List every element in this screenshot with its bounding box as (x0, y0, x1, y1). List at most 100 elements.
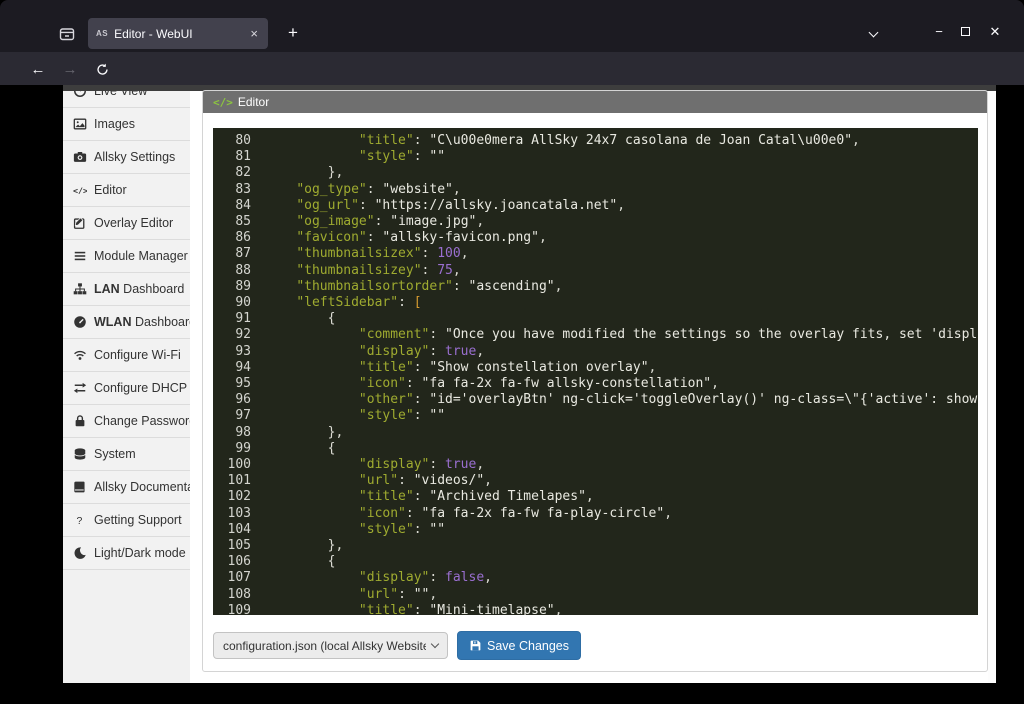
code-text: "style": "" (265, 522, 445, 538)
code-text: "thumbnailsizey": 75, (265, 263, 461, 279)
line-number: 109 (213, 603, 265, 615)
code-line: 95 "icon": "fa fa-2x fa-fw allsky-conste… (213, 376, 978, 392)
file-select[interactable]: configuration.json (local Allsky Website… (213, 632, 448, 659)
sidebar-item-light-dark-mode[interactable]: Light/Dark mode (63, 537, 190, 570)
code-line: 86 "favicon": "allsky-favicon.png", (213, 230, 978, 246)
code-line: 88 "thumbnailsizey": 75, (213, 263, 978, 279)
close-button[interactable]: ✕ (986, 24, 1004, 40)
code-text: "og_type": "website", (265, 182, 461, 198)
code-text: "url": "videos/", (265, 473, 492, 489)
sidebar: Live ViewImages Allsky Settings </> Editor O… (63, 91, 190, 683)
sidebar-item-label: Editor (94, 183, 127, 197)
list-tabs-chevron-icon[interactable] (864, 24, 882, 39)
code-line: 92 "comment": "Once you have modified th… (213, 327, 978, 343)
back-button[interactable]: ← (26, 57, 50, 81)
sidebar-item-label: Overlay Editor (94, 216, 173, 230)
edit-icon (73, 216, 87, 230)
code-text: "thumbnailsizex": 100, (265, 246, 469, 262)
svg-text:</>: </> (73, 186, 87, 196)
wifi-icon (73, 348, 87, 362)
line-number: 81 (213, 149, 265, 165)
code-text: }, (265, 425, 343, 441)
code-editor[interactable]: 80 "title": "C\u00e0mera AllSky 24x7 cas… (213, 128, 978, 615)
sidebar-item-getting-support[interactable]: ? Getting Support (63, 504, 190, 537)
line-number: 83 (213, 182, 265, 198)
page-viewport: Live ViewImages Allsky Settings </> Editor O… (0, 85, 1024, 704)
code-text: "display": true, (265, 457, 484, 473)
line-number: 106 (213, 554, 265, 570)
file-select-value: configuration.json (local Allsky Website… (223, 639, 426, 653)
sidebar-item-label: Configure DHCP (94, 381, 187, 395)
save-button-label: Save Changes (487, 639, 569, 653)
tachometer-icon (73, 91, 87, 98)
sidebar-item-label: System (94, 447, 136, 461)
code-text: "leftSidebar": [ (265, 295, 422, 311)
code-line: 102 "title": "Archived Timelapes", (213, 489, 978, 505)
code-line: 96 "other": "id='overlayBtn' ng-click='t… (213, 392, 978, 408)
line-number: 96 (213, 392, 265, 408)
sidebar-item-label: Allsky Settings (94, 150, 175, 164)
question-icon: ? (73, 513, 87, 527)
line-number: 94 (213, 360, 265, 376)
code-text: "display": false, (265, 570, 492, 586)
page-container: Live ViewImages Allsky Settings </> Editor O… (63, 85, 996, 683)
code-line: 90 "leftSidebar": [ (213, 295, 978, 311)
sidebar-item-live-view[interactable]: Live View (63, 91, 190, 108)
line-number: 104 (213, 522, 265, 538)
line-number: 99 (213, 441, 265, 457)
save-button[interactable]: Save Changes (457, 631, 581, 660)
line-number: 107 (213, 570, 265, 586)
maximize-button[interactable] (956, 24, 974, 39)
sidebar-item-editor[interactable]: </> Editor (63, 174, 190, 207)
browser-tab[interactable]: AS Editor - WebUI × (88, 18, 268, 49)
sidebar-item-system[interactable]: System (63, 438, 190, 471)
sidebar-item-label: Allsky Documentation (94, 480, 190, 494)
line-number: 88 (213, 263, 265, 279)
code-text: "og_url": "https://allsky.joancatala.net… (265, 198, 625, 214)
line-number: 82 (213, 165, 265, 181)
minimize-button[interactable]: − (930, 24, 948, 39)
line-number: 91 (213, 311, 265, 327)
code-line: 82 }, (213, 165, 978, 181)
sidebar-item-configure-wi-fi[interactable]: Configure Wi-Fi (63, 339, 190, 372)
sidebar-item-configure-dhcp[interactable]: Configure DHCP (63, 372, 190, 405)
sidebar-item-label: Module Manager (94, 249, 188, 263)
code-line: 94 "title": "Show constellation overlay"… (213, 360, 978, 376)
new-tab-button[interactable]: + (280, 20, 306, 46)
sidebar-item-change-password[interactable]: Change Password (63, 405, 190, 438)
firefox-view-icon[interactable] (54, 22, 80, 46)
code-line: 101 "url": "videos/", (213, 473, 978, 489)
code-line: 100 "display": true, (213, 457, 978, 473)
chevron-down-icon (431, 640, 439, 648)
sidebar-item-label: Change Password (94, 414, 190, 428)
exchange-icon (73, 381, 87, 395)
tab-bar: AS Editor - WebUI × + − ✕ (0, 0, 1024, 52)
sidebar-item-allsky-settings[interactable]: Allsky Settings (63, 141, 190, 174)
sidebar-item-label: WLAN Dashboard (94, 315, 190, 329)
code-line: 91 { (213, 311, 978, 327)
sitemap-icon (73, 282, 87, 296)
forward-button[interactable]: → (58, 57, 82, 81)
lock-icon (73, 414, 87, 428)
code-text: "style": "" (265, 408, 445, 424)
code-text: "title": "C\u00e0mera AllSky 24x7 casola… (265, 133, 860, 149)
tab-close-icon[interactable]: × (248, 26, 260, 41)
page-scrollbar[interactable] (988, 91, 996, 683)
sidebar-item-module-manager[interactable]: Module Manager (63, 240, 190, 273)
sidebar-item-allsky-documentation[interactable]: Allsky Documentation (63, 471, 190, 504)
book-icon (73, 480, 87, 494)
sidebar-item-wlan-dashboard[interactable]: WLAN Dashboard (63, 306, 190, 339)
code-line: 84 "og_url": "https://allsky.joancatala.… (213, 198, 978, 214)
code-text: "favicon": "allsky-favicon.png", (265, 230, 547, 246)
code-line: 108 "url": "", (213, 587, 978, 603)
sidebar-item-images[interactable]: Images (63, 108, 190, 141)
reload-button[interactable] (90, 57, 114, 81)
sidebar-item-label: Getting Support (94, 513, 182, 527)
sidebar-item-overlay-editor[interactable]: Overlay Editor (63, 207, 190, 240)
sidebar-item-lan-dashboard[interactable]: LAN Dashboard (63, 273, 190, 306)
tab-title: Editor - WebUI (114, 27, 242, 41)
line-number: 86 (213, 230, 265, 246)
code-text: "other": "id='overlayBtn' ng-click='togg… (265, 392, 978, 408)
line-number: 103 (213, 506, 265, 522)
code-text: "icon": "fa fa-2x fa-fw allsky-constella… (265, 376, 719, 392)
